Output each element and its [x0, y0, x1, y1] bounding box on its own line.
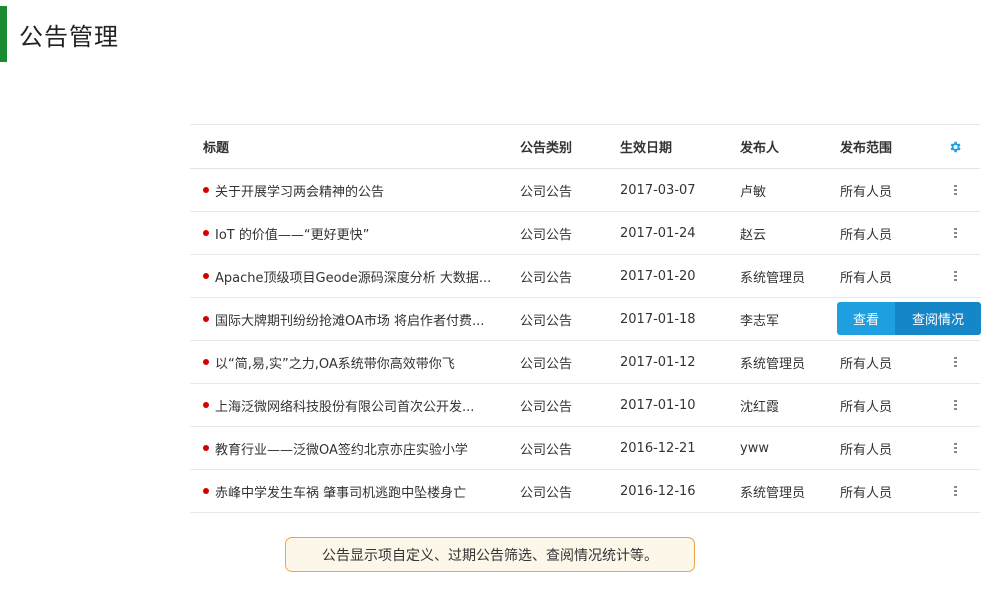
table-row[interactable]: IoT 的价值——“更好更快” 公司公告 2017-01-24 赵云 所有人员 — [190, 212, 980, 255]
row-scope: 所有人员 — [840, 184, 893, 200]
unread-dot — [203, 445, 209, 451]
table-header: 标题 公告类别 生效日期 发布人 发布范围 — [190, 125, 980, 169]
row-title[interactable]: 以“简,易,实”之力,OA系统带你高效带你飞 — [203, 341, 503, 383]
unread-dot — [203, 273, 209, 279]
row-publisher: 沈红霞 — [740, 399, 780, 415]
row-title[interactable]: 关于开展学习两会精神的公告 — [203, 169, 503, 211]
table-row[interactable]: 上海泛微网络科技股份有限公司首次公开发... 公司公告 2017-01-10 沈… — [190, 384, 980, 427]
row-publisher: yww — [740, 440, 769, 456]
row-title[interactable]: 国际大牌期刊纷纷抢滩OA市场 将启作者付费... — [203, 298, 503, 340]
table-row[interactable]: 赤峰中学发生车祸 肇事司机逃跑中坠楼身亡 公司公告 2016-12-16 系统管… — [190, 470, 980, 513]
row-scope: 所有人员 — [840, 442, 893, 458]
row-more-button[interactable] — [930, 169, 980, 211]
row-category: 公司公告 — [520, 442, 573, 458]
feature-note-text: 公告显示项自定义、过期公告筛选、查阅情况统计等。 — [322, 547, 658, 564]
column-header-title[interactable]: 标题 — [203, 125, 503, 168]
row-title[interactable]: 教育行业——泛微OA签约北京亦庄实验小学 — [203, 427, 503, 469]
unread-dot — [203, 402, 209, 408]
row-title[interactable]: IoT 的价值——“更好更快” — [203, 212, 503, 254]
row-date: 2016-12-16 — [620, 483, 696, 499]
announcement-table: 标题 公告类别 生效日期 发布人 发布范围 关于开展学习两会精神的公告 公司公告… — [190, 124, 981, 513]
row-title[interactable]: Apache顶级项目Geode源码深度分析 大数据... — [203, 255, 503, 297]
row-scope: 所有人员 — [840, 227, 893, 243]
row-publisher: 系统管理员 — [740, 485, 806, 501]
title-accent-bar — [0, 6, 7, 62]
read-stats-button[interactable]: 查阅情况 — [895, 302, 981, 335]
row-title-text[interactable]: 赤峰中学发生车祸 肇事司机逃跑中坠楼身亡 — [215, 482, 466, 501]
unread-dot — [203, 488, 209, 494]
page-title: 公告管理 — [19, 22, 119, 51]
table-row[interactable]: 教育行业——泛微OA签约北京亦庄实验小学 公司公告 2016-12-21 yww… — [190, 427, 980, 470]
row-publisher: 李志军 — [740, 313, 780, 329]
row-title-text[interactable]: 以“简,易,实”之力,OA系统带你高效带你飞 — [215, 353, 455, 372]
table-row[interactable]: Apache顶级项目Geode源码深度分析 大数据... 公司公告 2017-0… — [190, 255, 980, 298]
column-header-category[interactable]: 公告类别 — [520, 125, 610, 168]
row-title-text[interactable]: 国际大牌期刊纷纷抢滩OA市场 将启作者付费... — [215, 310, 484, 329]
column-settings-button[interactable] — [930, 125, 980, 168]
more-vertical-icon[interactable] — [953, 228, 957, 238]
row-category: 公司公告 — [520, 227, 573, 243]
table-row[interactable]: 关于开展学习两会精神的公告 公司公告 2017-03-07 卢敏 所有人员 — [190, 169, 980, 212]
row-publisher: 卢敏 — [740, 184, 767, 200]
page-header: 公告管理 — [0, 6, 119, 62]
row-title[interactable]: 上海泛微网络科技股份有限公司首次公开发... — [203, 384, 503, 426]
row-title-text[interactable]: Apache顶级项目Geode源码深度分析 大数据... — [215, 267, 491, 286]
row-more-button[interactable] — [930, 212, 980, 254]
more-vertical-icon[interactable] — [953, 486, 957, 496]
row-more-button[interactable] — [930, 427, 980, 469]
row-date: 2017-01-24 — [620, 225, 696, 241]
row-more-button[interactable] — [930, 384, 980, 426]
unread-dot — [203, 187, 209, 193]
table-row-hovered[interactable]: 国际大牌期刊纷纷抢滩OA市场 将启作者付费... 公司公告 2017-01-18… — [190, 298, 981, 341]
more-vertical-icon[interactable] — [953, 271, 957, 281]
row-title-text[interactable]: 教育行业——泛微OA签约北京亦庄实验小学 — [215, 439, 468, 458]
row-scope: 所有人员 — [840, 485, 893, 501]
column-header-scope[interactable]: 发布范围 — [840, 125, 930, 168]
row-date: 2017-01-20 — [620, 268, 696, 284]
row-date: 2016-12-21 — [620, 440, 696, 456]
row-more-button[interactable] — [930, 341, 980, 383]
row-more-button[interactable] — [930, 470, 980, 512]
row-scope: 所有人员 — [840, 270, 893, 286]
feature-note-callout: 公告显示项自定义、过期公告筛选、查阅情况统计等。 — [285, 537, 695, 572]
more-vertical-icon[interactable] — [953, 443, 957, 453]
more-vertical-icon[interactable] — [953, 400, 957, 410]
column-header-date[interactable]: 生效日期 — [620, 125, 730, 168]
row-title-text[interactable]: IoT 的价值——“更好更快” — [215, 224, 369, 243]
unread-dot — [203, 359, 209, 365]
row-date: 2017-01-18 — [620, 311, 696, 327]
row-category: 公司公告 — [520, 485, 573, 501]
row-date: 2017-01-12 — [620, 354, 696, 370]
more-vertical-icon[interactable] — [953, 357, 957, 367]
row-publisher: 系统管理员 — [740, 270, 806, 286]
row-category: 公司公告 — [520, 399, 573, 415]
gear-icon[interactable] — [948, 140, 962, 154]
row-category: 公司公告 — [520, 313, 573, 329]
row-publisher: 系统管理员 — [740, 356, 806, 372]
row-more-button[interactable] — [930, 255, 980, 297]
row-category: 公司公告 — [520, 270, 573, 286]
row-category: 公司公告 — [520, 356, 573, 372]
view-button[interactable]: 查看 — [837, 302, 895, 335]
more-vertical-icon[interactable] — [953, 185, 957, 195]
row-date: 2017-03-07 — [620, 182, 696, 198]
row-scope: 所有人员 — [840, 356, 893, 372]
row-action-group: 查看 查阅情况 — [837, 302, 981, 335]
row-date: 2017-01-10 — [620, 397, 696, 413]
unread-dot — [203, 316, 209, 322]
row-scope: 所有人员 — [840, 399, 893, 415]
row-title-text[interactable]: 上海泛微网络科技股份有限公司首次公开发... — [215, 396, 474, 415]
unread-dot — [203, 230, 209, 236]
row-category: 公司公告 — [520, 184, 573, 200]
table-row[interactable]: 以“简,易,实”之力,OA系统带你高效带你飞 公司公告 2017-01-12 系… — [190, 341, 980, 384]
row-publisher: 赵云 — [740, 227, 767, 243]
row-title[interactable]: 赤峰中学发生车祸 肇事司机逃跑中坠楼身亡 — [203, 470, 503, 512]
column-header-publisher[interactable]: 发布人 — [740, 125, 830, 168]
page: 公告管理 标题 公告类别 生效日期 发布人 发布范围 关于开展学习两会精神的公告 — [0, 0, 997, 595]
row-title-text[interactable]: 关于开展学习两会精神的公告 — [215, 181, 384, 200]
